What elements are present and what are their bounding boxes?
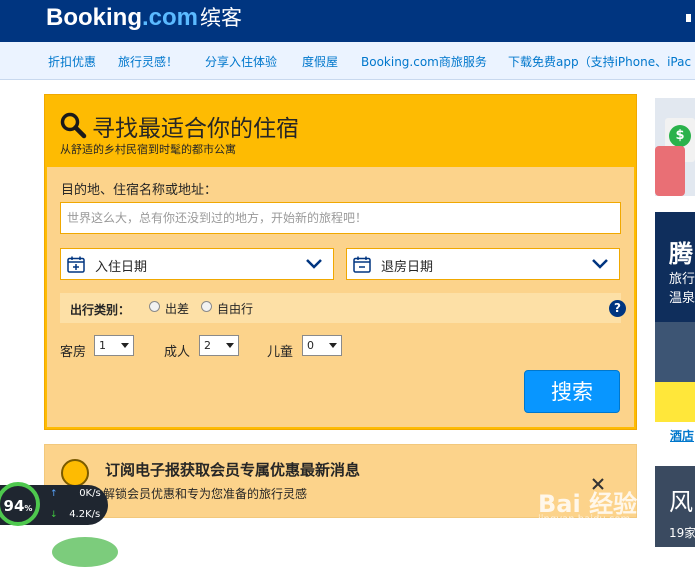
chevron-down-icon [306,259,322,269]
ad-1-hotel-link[interactable]: 酒店 [670,427,694,444]
logo-cn-text: 缤客 [200,7,243,30]
ad-1-city-image [655,322,695,382]
ad-1-line-1: 旅行 [669,272,695,287]
nav-item-deals[interactable]: 折扣优惠 [48,53,96,70]
search-button[interactable]: 搜索 [524,370,620,413]
dropdown-arrow-icon [329,343,337,348]
search-panel: 寻找最适合你的住宿 从舒适的乡村民宿到时髦的都市公寓 目的地、住宿名称或地址： … [44,94,637,430]
checkout-date-picker[interactable]: 退房日期 [346,248,620,280]
trip-leisure-label: 自由行 [217,302,254,316]
checkin-label: 入住日期 [95,260,148,275]
calendar-icon [353,256,371,273]
trip-type-row: 出行类别： 出差 自由行 ? [60,293,626,323]
trip-business-label: 出差 [165,302,190,316]
hand-image [655,146,685,196]
adults-label: 成人 [164,345,191,360]
dollar-icon: $ [669,125,691,147]
ad-1-text: 旅行 温泉 [669,270,695,308]
children-select[interactable]: 0 [302,335,342,356]
children-value: 0 [307,339,314,352]
calendar-icon [67,256,85,273]
ad-1-title: 腾 [669,240,693,268]
upload-speed-row: ↑ 0K/s [50,488,101,499]
checkout-label: 退房日期 [381,260,434,275]
baidu-watermark-url: jingyan.baidu.com [538,514,631,525]
search-header: 寻找最适合你的住宿 从舒适的乡村民宿到时髦的都市公寓 [45,95,636,167]
rooms-value: 1 [99,339,106,352]
nav-item-inspiration[interactable]: 旅行灵感！ [118,53,178,70]
cpu-percent-text: 94% [0,497,36,515]
upload-speed: 0K/s [79,488,101,499]
trip-type-label: 出行类别： [70,303,131,317]
destination-input[interactable]: 世界这么大，总有你还没到过的地方，开始新的旅程吧！ [60,202,621,234]
upload-arrow-icon: ↑ [50,489,58,499]
top-header-bar: Booking.com缤客 [0,0,695,42]
nav-item-share-experience[interactable]: 分享入住体验 [205,53,277,70]
destination-ad-2[interactable]: 风 19家 [655,466,695,547]
nav-item-download-app[interactable]: 下载免费app（支持iPhone、iPac [508,53,691,70]
rooms-select[interactable]: 1 [94,335,134,356]
ad-2-text: 19家 [669,526,695,540]
download-speed: 4.2K/s [69,509,101,520]
dropdown-arrow-icon [226,343,234,348]
destination-label: 目的地、住宿名称或地址： [61,183,218,198]
search-icon [60,112,87,139]
app-promo-banner[interactable]: $ [655,98,695,196]
ad-2-title: 风 [669,488,693,516]
download-speed-row: ↓ 4.2K/s [50,509,100,520]
nav-item-business[interactable]: Booking.com商旅服务 [361,53,487,70]
booking-logo[interactable]: Booking.com缤客 [46,2,242,32]
newsletter-title: 订阅电子报获取会员专属优惠最新消息 [105,461,361,479]
search-title: 寻找最适合你的住宿 [92,116,299,142]
download-arrow-icon: ↓ [50,510,58,520]
partial-green-badge [52,537,118,567]
logo-main-text: Booking [46,4,142,31]
nav-item-vacation-homes[interactable]: 度假屋 [302,53,338,70]
logo-com-text: .com [142,4,199,31]
ad-1-link-bar: 酒店 [655,422,695,448]
trip-leisure-radio[interactable] [201,301,212,312]
newsletter-subtitle: 解锁会员优惠和专为您准备的旅行灵感 [103,487,308,501]
ad-1-sky-image [655,382,695,422]
cpu-percent: 94 [3,497,25,515]
checkin-date-picker[interactable]: 入住日期 [60,248,334,280]
ad-1-line-2: 温泉 [669,291,695,306]
rooms-label: 客房 [60,345,87,360]
trip-business-radio[interactable] [149,301,160,312]
search-form: 目的地、住宿名称或地址： 世界这么大，总有你还没到过的地方，开始新的旅程吧！ 入… [47,167,634,427]
destination-ad-1[interactable]: 腾 旅行 温泉 酒店 [655,212,695,448]
header-edge-icon [686,14,691,22]
search-subtitle: 从舒适的乡村民宿到时髦的都市公寓 [60,143,236,156]
adults-select[interactable]: 2 [199,335,239,356]
newsletter-badge-icon [61,459,89,487]
main-nav: 折扣优惠 旅行灵感！ 分享入住体验 度假屋 Booking.com商旅服务 下载… [0,42,695,80]
adults-value: 2 [204,339,211,352]
help-icon[interactable]: ? [609,300,626,317]
percent-sign: % [24,504,33,513]
chevron-down-icon [592,259,608,269]
dropdown-arrow-icon [121,343,129,348]
children-label: 儿童 [267,345,294,360]
